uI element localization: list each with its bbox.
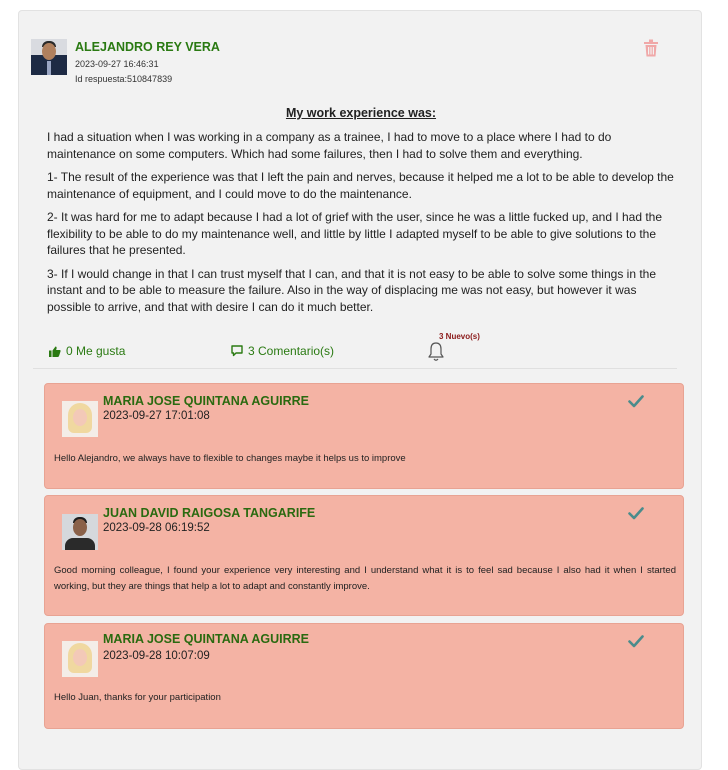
comments-button[interactable]: 3 Comentario(s) (231, 344, 334, 358)
post-paragraph: 3- If I would change in that I can trust… (47, 266, 657, 314)
post-paragraph: 1- The result of the experience was that… (47, 170, 674, 201)
comment-datetime: 2023-09-28 06:19:52 (103, 522, 210, 534)
comment-card: MARIA JOSE QUINTANA AGUIRRE 2023-09-28 1… (44, 623, 684, 729)
check-icon (628, 507, 644, 520)
comment-text: Hello Juan, thanks for your participatio… (54, 692, 221, 703)
author-avatar (31, 39, 67, 75)
thumbs-up-icon (49, 346, 61, 357)
commenter-avatar (62, 514, 98, 550)
new-notifications-badge: 3 Nuevo(s) (439, 332, 480, 341)
check-icon (628, 635, 644, 648)
post-paragraph: I had a situation when I was working in … (47, 130, 612, 161)
check-icon (628, 395, 644, 408)
commenter-name: MARIA JOSE QUINTANA AGUIRRE (103, 394, 310, 408)
bell-icon[interactable] (427, 341, 445, 363)
post-datetime: 2023-09-27 16:46:31 (75, 59, 159, 69)
like-button[interactable]: 0 Me gusta (49, 344, 125, 358)
post-body: I had a situation when I was working in … (47, 129, 675, 322)
comment-card: JUAN DAVID RAIGOSA TANGARIFE 2023-09-28 … (44, 495, 684, 616)
trash-icon[interactable] (643, 39, 659, 57)
response-id: Id respuesta:510847839 (75, 74, 173, 84)
comment-text: Hello Alejandro, we always have to flexi… (54, 453, 406, 464)
comment-icon (231, 345, 243, 357)
comments-label: 3 Comentario(s) (248, 344, 335, 358)
post-paragraph: 2- It was hard for me to adapt because I… (47, 210, 663, 257)
comment-card: MARIA JOSE QUINTANA AGUIRRE 2023-09-27 1… (44, 383, 684, 489)
divider (33, 368, 677, 369)
comment-datetime: 2023-09-28 10:07:09 (103, 650, 210, 662)
commenter-avatar (62, 401, 98, 437)
commenter-avatar (62, 641, 98, 677)
comment-text: Good morning colleague, I found your exp… (54, 565, 676, 592)
commenter-name: MARIA JOSE QUINTANA AGUIRRE (103, 632, 310, 646)
likes-label: 0 Me gusta (66, 344, 126, 358)
post-card: ALEJANDRO REY VERA 2023-09-27 16:46:31 I… (18, 10, 702, 770)
section-title: My work experience was: (285, 106, 437, 120)
author-name: ALEJANDRO REY VERA (75, 40, 220, 54)
comment-datetime: 2023-09-27 17:01:08 (103, 410, 210, 422)
commenter-name: JUAN DAVID RAIGOSA TANGARIFE (103, 506, 316, 520)
